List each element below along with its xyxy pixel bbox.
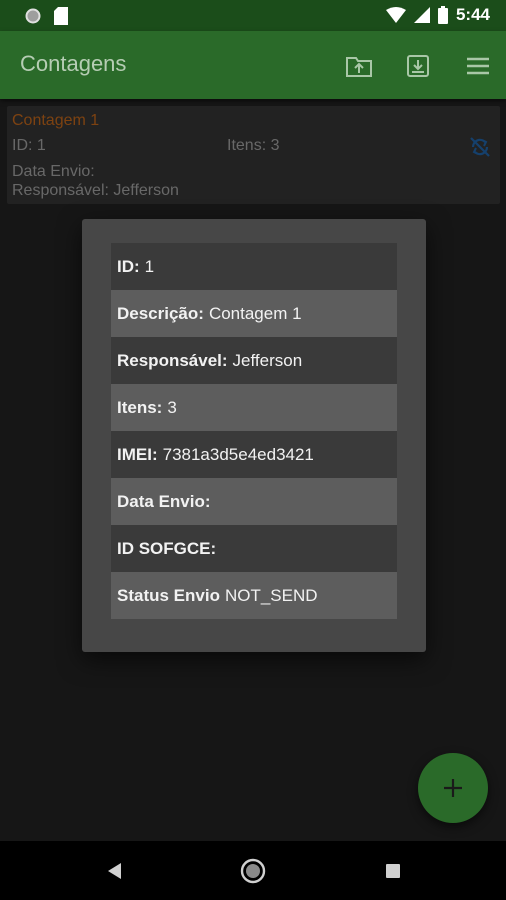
details-dialog: ID: 1 Descrição: Contagem 1 Responsável:… bbox=[82, 219, 426, 652]
detail-label: IMEI: bbox=[117, 444, 158, 464]
detail-row-itens: Itens: 3 bbox=[111, 384, 397, 431]
add-button[interactable] bbox=[418, 753, 488, 823]
page-title: Contagens bbox=[20, 51, 127, 76]
detail-label: Data Envio: bbox=[117, 491, 211, 511]
detail-label: Descrição: bbox=[117, 303, 204, 323]
detail-row-data-envio: Data Envio: bbox=[111, 478, 397, 525]
upload-folder-icon[interactable] bbox=[345, 52, 373, 80]
detail-row-id: ID: 1 bbox=[111, 243, 397, 290]
wifi-icon bbox=[385, 7, 406, 23]
sd-card-icon bbox=[54, 7, 68, 25]
detail-label: ID SOFGCE: bbox=[117, 538, 217, 558]
detail-row-status-envio: Status Envio NOT_SEND bbox=[111, 572, 397, 619]
detail-value: NOT_SEND bbox=[224, 585, 318, 605]
detail-row-descricao: Descrição: Contagem 1 bbox=[111, 290, 397, 337]
plus-icon bbox=[444, 779, 462, 797]
detail-label: Responsável: bbox=[117, 350, 228, 370]
detail-value: 3 bbox=[167, 397, 177, 417]
menu-icon[interactable] bbox=[464, 52, 492, 80]
detail-row-responsavel: Responsável: Jefferson bbox=[111, 337, 397, 384]
status-time: 5:44 bbox=[455, 5, 490, 24]
detail-value: 7381a3d5e4ed3421 bbox=[162, 444, 314, 464]
detail-label: Status Envio bbox=[117, 585, 220, 605]
detail-value: Jefferson bbox=[232, 350, 303, 370]
detail-label: Itens: bbox=[117, 397, 163, 417]
recents-icon[interactable] bbox=[380, 858, 406, 884]
detail-label: ID: bbox=[117, 256, 140, 276]
detail-row-imei: IMEI: 7381a3d5e4ed3421 bbox=[111, 431, 397, 478]
home-icon[interactable] bbox=[240, 858, 266, 884]
download-archive-icon[interactable] bbox=[404, 52, 432, 80]
signal-icon bbox=[413, 7, 430, 23]
notification-dot-icon bbox=[25, 8, 41, 24]
detail-row-id-sofgce: ID SOFGCE: bbox=[111, 525, 397, 572]
back-icon[interactable] bbox=[101, 858, 127, 884]
navigation-bar bbox=[0, 841, 506, 900]
detail-value: 1 bbox=[144, 256, 155, 276]
app-bar: Contagens bbox=[0, 31, 506, 99]
detail-value: Contagem 1 bbox=[208, 303, 302, 323]
status-bar: 5:44 bbox=[0, 0, 506, 31]
battery-icon bbox=[437, 6, 448, 24]
